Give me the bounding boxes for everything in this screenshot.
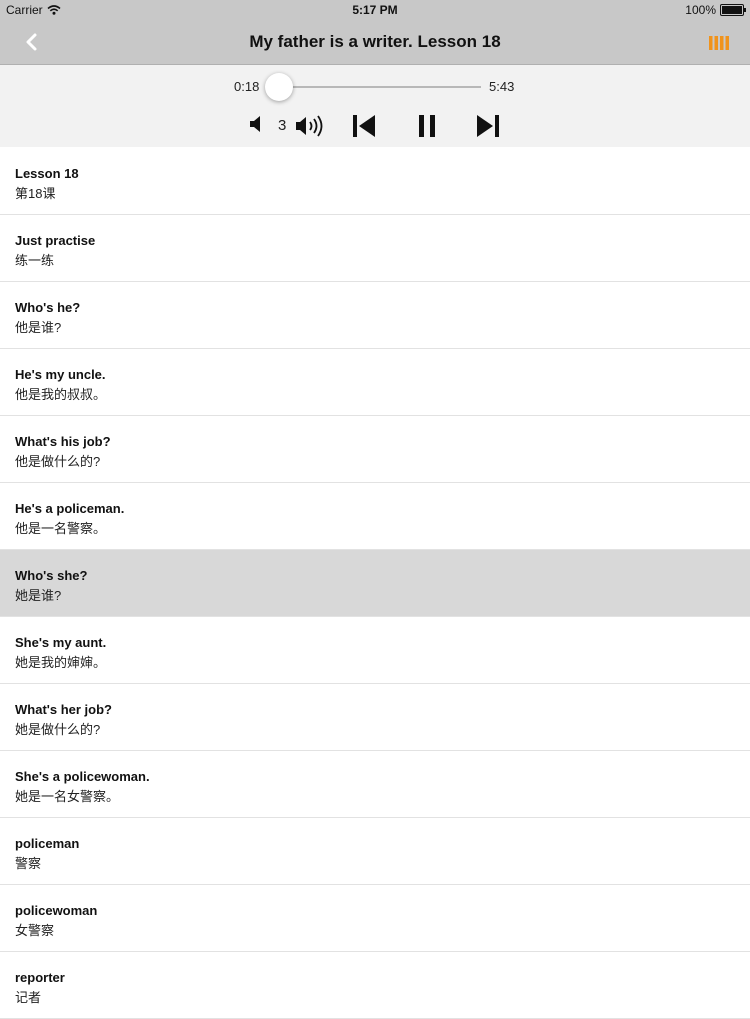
sentence-chinese: 她是我的婶婶。	[15, 655, 107, 670]
list-item[interactable]: policeman 警察	[0, 818, 750, 885]
sentence-english: What's her job?	[15, 702, 112, 717]
sentence-chinese: 她是一名女警察。	[15, 789, 120, 804]
list-item[interactable]: Who's she? 她是谁?	[0, 550, 750, 617]
list-item[interactable]: What's his job? 他是做什么的?	[0, 416, 750, 483]
progress-slider[interactable]	[268, 86, 481, 88]
sentence-english: She's a policewoman.	[15, 769, 150, 784]
page-title: My father is a writer. Lesson 18	[249, 32, 501, 51]
progress-knob[interactable]	[265, 73, 294, 101]
list-item[interactable]: Lesson 18 第18课	[0, 148, 750, 215]
pause-icon[interactable]	[416, 113, 438, 139]
lesson-list: Lesson 18 第18课 Just practise 练一练 Who's he? 他是…	[0, 148, 750, 1019]
sentence-english: Who's he?	[15, 300, 81, 315]
sentence-chinese: 女警察	[15, 923, 55, 938]
sentence-english: reporter	[15, 970, 65, 985]
sentence-chinese: 她是谁?	[15, 588, 62, 603]
list-item[interactable]: He's a policeman. 他是一名警察。	[0, 483, 750, 550]
sentence-english: Just practise	[15, 233, 96, 248]
list-item[interactable]: reporter 记者	[0, 952, 750, 1019]
total-time: 5:43	[489, 79, 515, 94]
next-track-icon[interactable]	[475, 113, 501, 139]
list-item[interactable]: Who's he? 他是谁?	[0, 282, 750, 349]
sentence-english: She's my aunt.	[15, 635, 107, 650]
sentence-english: policeman	[15, 836, 80, 851]
sentence-english: What's his job?	[15, 434, 111, 449]
list-item[interactable]: policewoman 女警察	[0, 885, 750, 952]
battery-icon	[720, 4, 746, 16]
list-item[interactable]: He's my uncle. 他是我的叔叔。	[0, 349, 750, 416]
volume-up-icon[interactable]	[294, 113, 326, 139]
status-time: 5:17 PM	[352, 3, 398, 17]
audio-player: 0:18 5:43 3	[0, 65, 750, 147]
sentence-chinese: 他是谁?	[15, 320, 62, 335]
battery-status: 100%	[685, 3, 746, 17]
sentence-english: Who's she?	[15, 568, 88, 583]
battery-percent: 100%	[685, 3, 716, 17]
list-icon[interactable]	[708, 34, 732, 52]
current-time: 0:18	[234, 79, 260, 94]
list-item[interactable]: She's my aunt. 她是我的婶婶。	[0, 617, 750, 684]
navigation-bar: My father is a writer. Lesson 18	[0, 20, 750, 65]
list-item[interactable]: What's her job? 她是做什么的?	[0, 684, 750, 751]
sentence-chinese: 练一练	[15, 253, 55, 268]
sentence-english: policewoman	[15, 903, 98, 918]
sentence-chinese: 第18课	[15, 186, 56, 201]
previous-track-icon[interactable]	[351, 113, 377, 139]
list-item[interactable]: She's a policewoman. 她是一名女警察。	[0, 751, 750, 818]
status-bar: Carrier 5:17 PM 100%	[0, 0, 750, 20]
sentence-chinese: 他是我的叔叔。	[15, 387, 107, 402]
sentence-english: He's a policeman.	[15, 501, 125, 516]
sentence-chinese: 她是做什么的?	[15, 722, 101, 737]
sentence-chinese: 他是做什么的?	[15, 454, 101, 469]
list-item[interactable]: Just practise 练一练	[0, 215, 750, 282]
sentence-chinese: 记者	[15, 990, 42, 1005]
sentence-chinese: 警察	[15, 856, 42, 871]
volume-level: 3	[278, 117, 287, 134]
volume-down-icon[interactable]	[248, 115, 264, 133]
sentence-english: He's my uncle.	[15, 367, 106, 382]
sentence-chinese: 他是一名警察。	[15, 521, 107, 536]
sentence-english: Lesson 18	[15, 166, 79, 181]
